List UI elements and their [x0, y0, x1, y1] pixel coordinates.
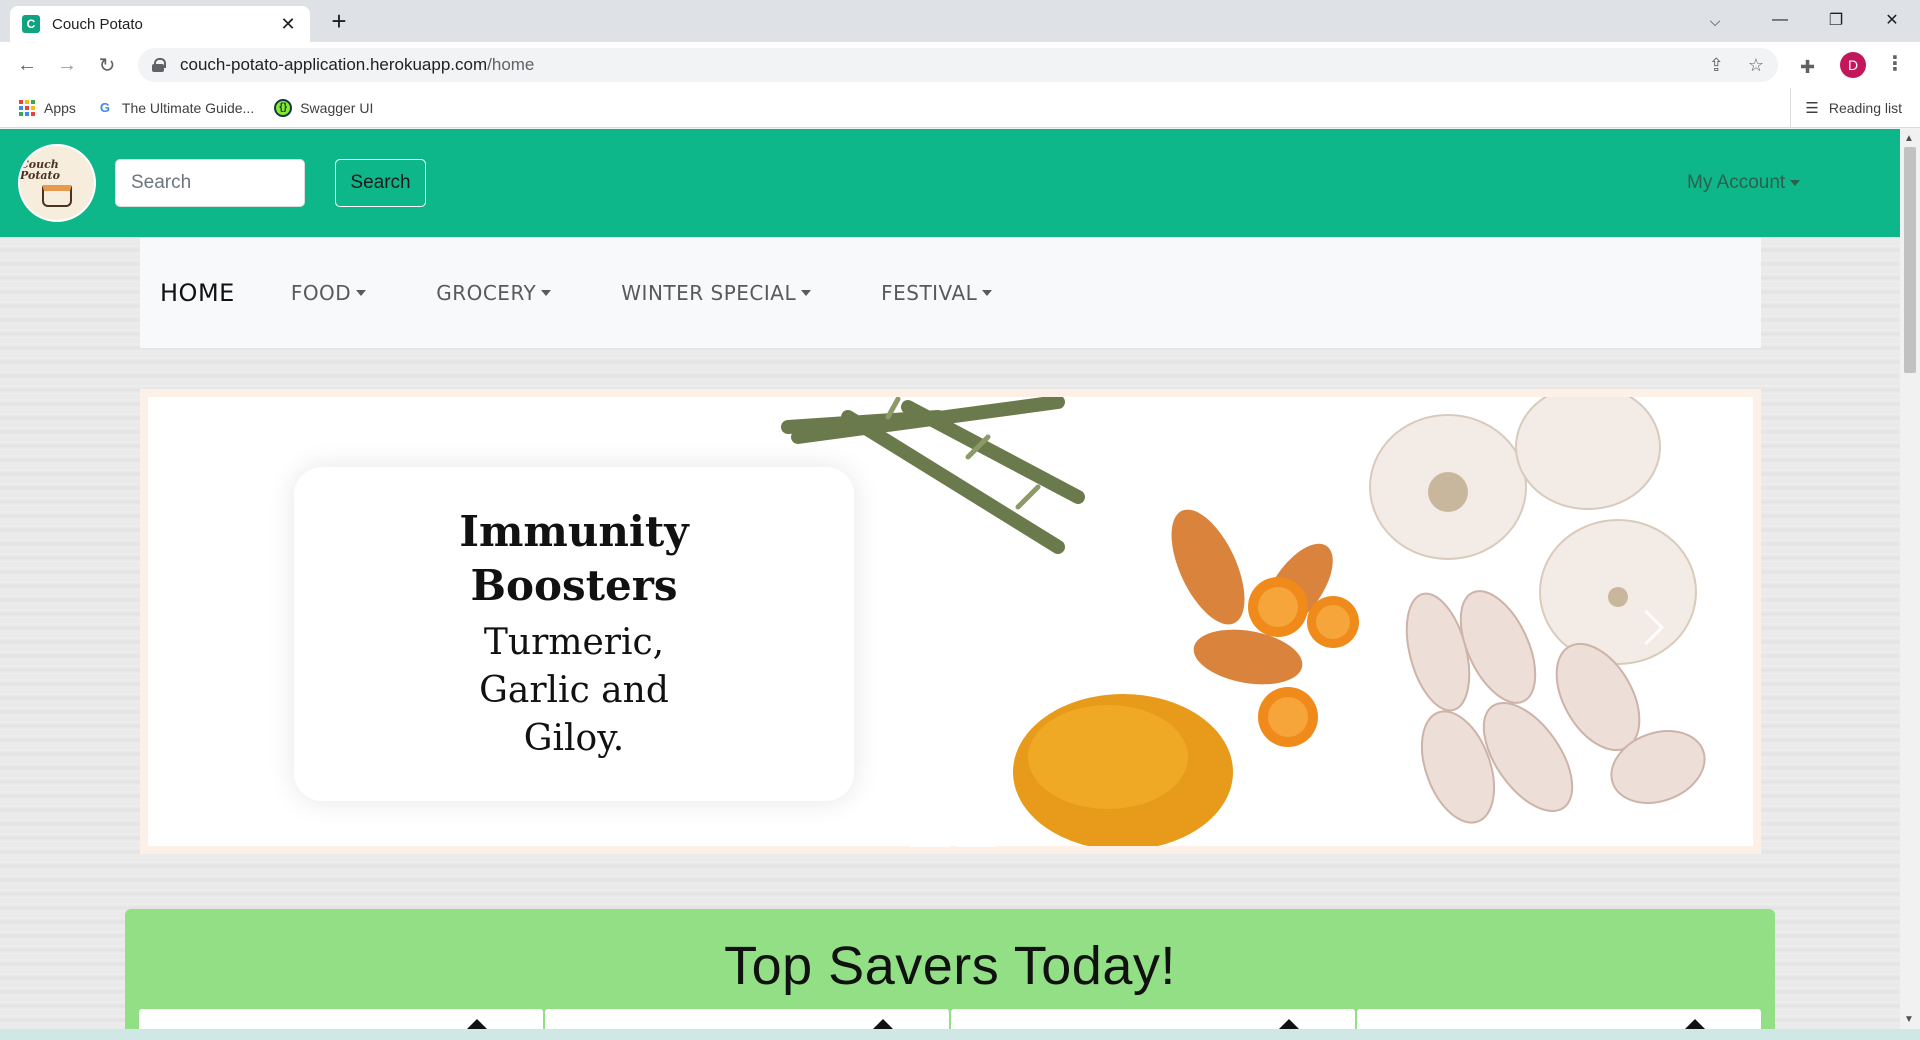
extensions-puzzle-icon[interactable]: ✚ [1800, 57, 1815, 78]
category-menu: HOME FOOD GROCERY WINTER SPECIAL FESTIVA… [140, 238, 1761, 348]
menu-grocery-label: GROCERY [436, 281, 537, 305]
reading-list-label: Reading list [1828, 100, 1902, 116]
menu-winter-special-label: WINTER SPECIAL [621, 281, 797, 305]
logo-text: Couch Potato [20, 158, 60, 182]
new-tab-button[interactable]: + [324, 6, 354, 36]
couch-potato-logo[interactable]: Couch Potato [18, 144, 96, 222]
top-savers-cards [139, 1009, 1761, 1029]
bookmark-label: The Ultimate Guide... [121, 99, 255, 116]
tab-search-chevron-icon[interactable]: ⌵ [1700, 6, 1730, 36]
reading-list-icon: ☰ [1805, 100, 1819, 117]
page-scrollbar[interactable]: ▲ ▼ [1900, 129, 1920, 1029]
scroll-thumb[interactable] [1904, 147, 1916, 373]
google-icon: G [99, 100, 110, 115]
back-arrow-icon[interactable]: ← [12, 50, 42, 80]
menu-festival[interactable]: FESTIVAL [881, 281, 993, 305]
search-button[interactable]: Search [335, 159, 426, 207]
my-account-dropdown[interactable]: My Account [1687, 172, 1801, 194]
reload-icon[interactable]: ↻ [92, 50, 122, 80]
product-card[interactable] [1357, 1009, 1761, 1029]
carousel-subtitle: Turmeric, Garlic and Giloy. [479, 622, 669, 759]
tab-title: Couch Potato [52, 15, 143, 33]
browser-tab[interactable]: C Couch Potato ✕ [10, 6, 310, 42]
url-path: /home [487, 55, 535, 74]
carousel-indicator[interactable] [956, 843, 996, 847]
carousel-caption: Immunity Boosters Turmeric, Garlic and G… [294, 467, 854, 801]
profile-avatar[interactable]: D [1840, 52, 1866, 78]
browser-tab-strip: C Couch Potato ✕ + ⌵ — ❐ ✕ [0, 0, 1920, 42]
card-arrow-icon [461, 1019, 493, 1029]
caret-down-icon [801, 290, 812, 296]
address-bar[interactable]: couch-potato-application.herokuapp.com/h… [138, 48, 1778, 82]
apps-grid-icon [18, 99, 36, 117]
lock-icon[interactable] [152, 58, 166, 72]
menu-home[interactable]: HOME [160, 279, 235, 307]
bookmark-label: Swagger UI [300, 99, 374, 116]
search-input[interactable] [115, 159, 305, 207]
product-card[interactable] [951, 1009, 1355, 1029]
bookmark-apps[interactable]: Apps [18, 99, 76, 117]
reading-list-button[interactable]: ☰ Reading list [1790, 88, 1902, 128]
my-account-label: My Account [1687, 172, 1786, 193]
browser-toolbar: ← → ↻ couch-potato-application.herokuapp… [0, 42, 1920, 88]
menu-festival-label: FESTIVAL [881, 281, 978, 305]
menu-winter-special[interactable]: WINTER SPECIAL [621, 281, 812, 305]
menu-home-label: HOME [160, 279, 235, 307]
product-card[interactable] [139, 1009, 543, 1029]
close-window-icon[interactable]: ✕ [1864, 0, 1920, 40]
bookmark-star-icon[interactable]: ☆ [1748, 55, 1764, 76]
close-tab-icon[interactable]: ✕ [278, 14, 298, 35]
menu-food-label: FOOD [290, 281, 352, 305]
minimize-icon[interactable]: — [1752, 0, 1808, 40]
carousel-slide: Immunity Boosters Turmeric, Garlic and G… [148, 397, 1753, 846]
taskbar-strip [0, 1029, 1920, 1040]
hero-carousel: Immunity Boosters Turmeric, Garlic and G… [140, 389, 1761, 854]
browser-menu-icon[interactable]: ⋮ [1885, 51, 1905, 76]
caret-down-icon [1790, 180, 1801, 186]
product-card[interactable] [545, 1009, 949, 1029]
card-arrow-icon [867, 1019, 899, 1029]
swagger-icon: {} [274, 98, 293, 117]
menu-grocery[interactable]: GROCERY [436, 281, 552, 305]
bookmarks-bar: Apps G The Ultimate Guide... {} Swagger … [0, 88, 1920, 128]
bookmark-swagger[interactable]: {} Swagger UI [274, 98, 374, 117]
site-header: Couch Potato Search My Account [0, 129, 1900, 237]
forward-arrow-icon[interactable]: → [52, 50, 82, 80]
carousel-indicator[interactable] [910, 843, 950, 847]
bookmark-ultimate-guide[interactable]: G The Ultimate Guide... [96, 99, 254, 117]
menu-food[interactable]: FOOD [290, 281, 367, 305]
window-controls: — ❐ ✕ [1752, 0, 1920, 42]
top-savers-title: Top Savers Today! [724, 936, 1176, 996]
tab-favicon-icon: C [22, 15, 40, 33]
carousel-next-icon[interactable] [1628, 607, 1668, 647]
scroll-down-icon[interactable]: ▼ [1904, 1014, 1914, 1025]
top-savers-section: Top Savers Today! [125, 909, 1775, 1029]
bookmark-label: Apps [44, 99, 76, 116]
restore-icon[interactable]: ❐ [1808, 0, 1864, 40]
caret-down-icon [982, 290, 993, 296]
scroll-up-icon[interactable]: ▲ [1904, 133, 1914, 144]
card-arrow-icon [1679, 1019, 1711, 1029]
caret-down-icon [356, 290, 367, 296]
url-host: couch-potato-application.herokuapp.com [180, 55, 488, 74]
cart-icon [42, 185, 72, 207]
carousel-title: Immunity Boosters [459, 507, 689, 610]
page-viewport: Couch Potato Search My Account HOME FOOD… [0, 129, 1900, 1029]
card-arrow-icon [1273, 1019, 1305, 1029]
share-icon[interactable]: ⇪ [1709, 55, 1724, 76]
carousel-indicators [910, 843, 996, 847]
caret-down-icon [541, 290, 552, 296]
